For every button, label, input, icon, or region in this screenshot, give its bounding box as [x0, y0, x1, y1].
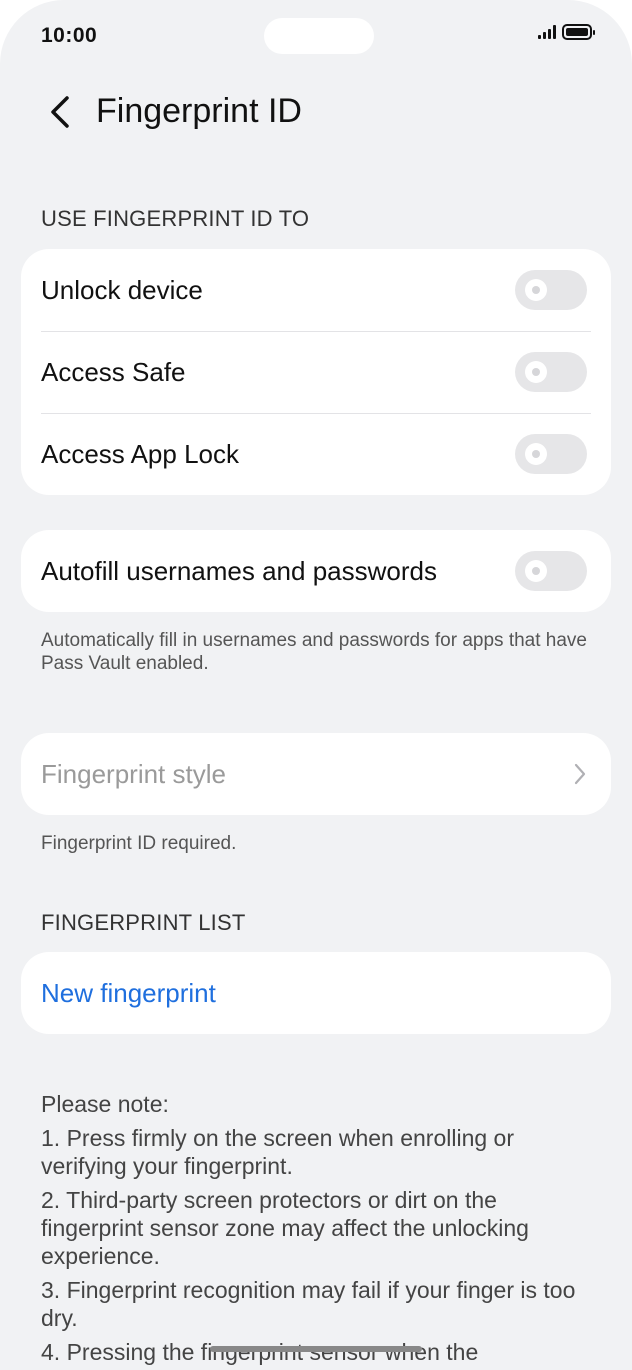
header: Fingerprint ID — [0, 80, 632, 146]
access-app-lock-toggle[interactable] — [515, 434, 587, 474]
access-safe-toggle[interactable] — [515, 352, 587, 392]
note-item: 3. Fingerprint recognition may fail if y… — [41, 1277, 576, 1331]
home-indicator[interactable] — [210, 1346, 422, 1352]
dynamic-island — [264, 18, 374, 54]
notes-heading: Please note: — [41, 1091, 169, 1117]
chevron-right-icon — [573, 762, 587, 786]
toggle-knob — [525, 443, 547, 465]
autofill-description: Automatically fill in usernames and pass… — [41, 630, 587, 674]
list-card: New fingerprint — [21, 952, 611, 1034]
note-item: 4. Pressing the fingerprint sensor when … — [41, 1339, 479, 1365]
new-fingerprint-label: New fingerprint — [41, 977, 216, 1008]
row-autofill[interactable]: Autofill usernames and passwords — [21, 530, 611, 612]
notes-block: Please note: 1. Press firmly on the scre… — [41, 1090, 601, 1370]
row-access-app-lock[interactable]: Access App Lock — [21, 413, 611, 495]
section-label-list: FINGERPRINT LIST — [41, 910, 246, 935]
section-label-use: USE FINGERPRINT ID TO — [41, 206, 310, 231]
style-note: Fingerprint ID required. — [41, 833, 237, 854]
signal-icon — [538, 25, 556, 39]
phone-screen: 10:00 Fingerprint ID USE FINGERPRINT ID … — [0, 0, 632, 1370]
row-fingerprint-style[interactable]: Fingerprint style — [21, 733, 611, 815]
toggle-knob — [525, 560, 547, 582]
unlock-device-toggle[interactable] — [515, 270, 587, 310]
note-item: 2. Third-party screen protectors or dirt… — [41, 1187, 529, 1269]
autofill-card: Autofill usernames and passwords — [21, 530, 611, 612]
battery-icon — [562, 24, 595, 40]
row-unlock-device[interactable]: Unlock device — [21, 249, 611, 331]
note-item: 1. Press firmly on the screen when enrol… — [41, 1125, 514, 1179]
style-card: Fingerprint style — [21, 733, 611, 815]
status-bar: 10:00 — [0, 0, 632, 72]
row-label: Access Safe — [41, 356, 186, 387]
status-time: 10:00 — [41, 24, 98, 47]
toggle-knob — [525, 279, 547, 301]
row-label: Autofill usernames and passwords — [41, 555, 437, 586]
status-icons — [538, 24, 595, 40]
row-access-safe[interactable]: Access Safe — [21, 331, 611, 413]
row-label: Fingerprint style — [41, 758, 226, 789]
toggle-knob — [525, 361, 547, 383]
row-label: Access App Lock — [41, 438, 239, 469]
autofill-toggle[interactable] — [515, 551, 587, 591]
page-title: Fingerprint ID — [96, 92, 302, 130]
row-label: Unlock device — [41, 274, 203, 305]
use-card: Unlock device Access Safe Access App Loc… — [21, 249, 611, 495]
new-fingerprint-button[interactable]: New fingerprint — [21, 952, 611, 1034]
chevron-left-icon[interactable] — [44, 94, 76, 130]
